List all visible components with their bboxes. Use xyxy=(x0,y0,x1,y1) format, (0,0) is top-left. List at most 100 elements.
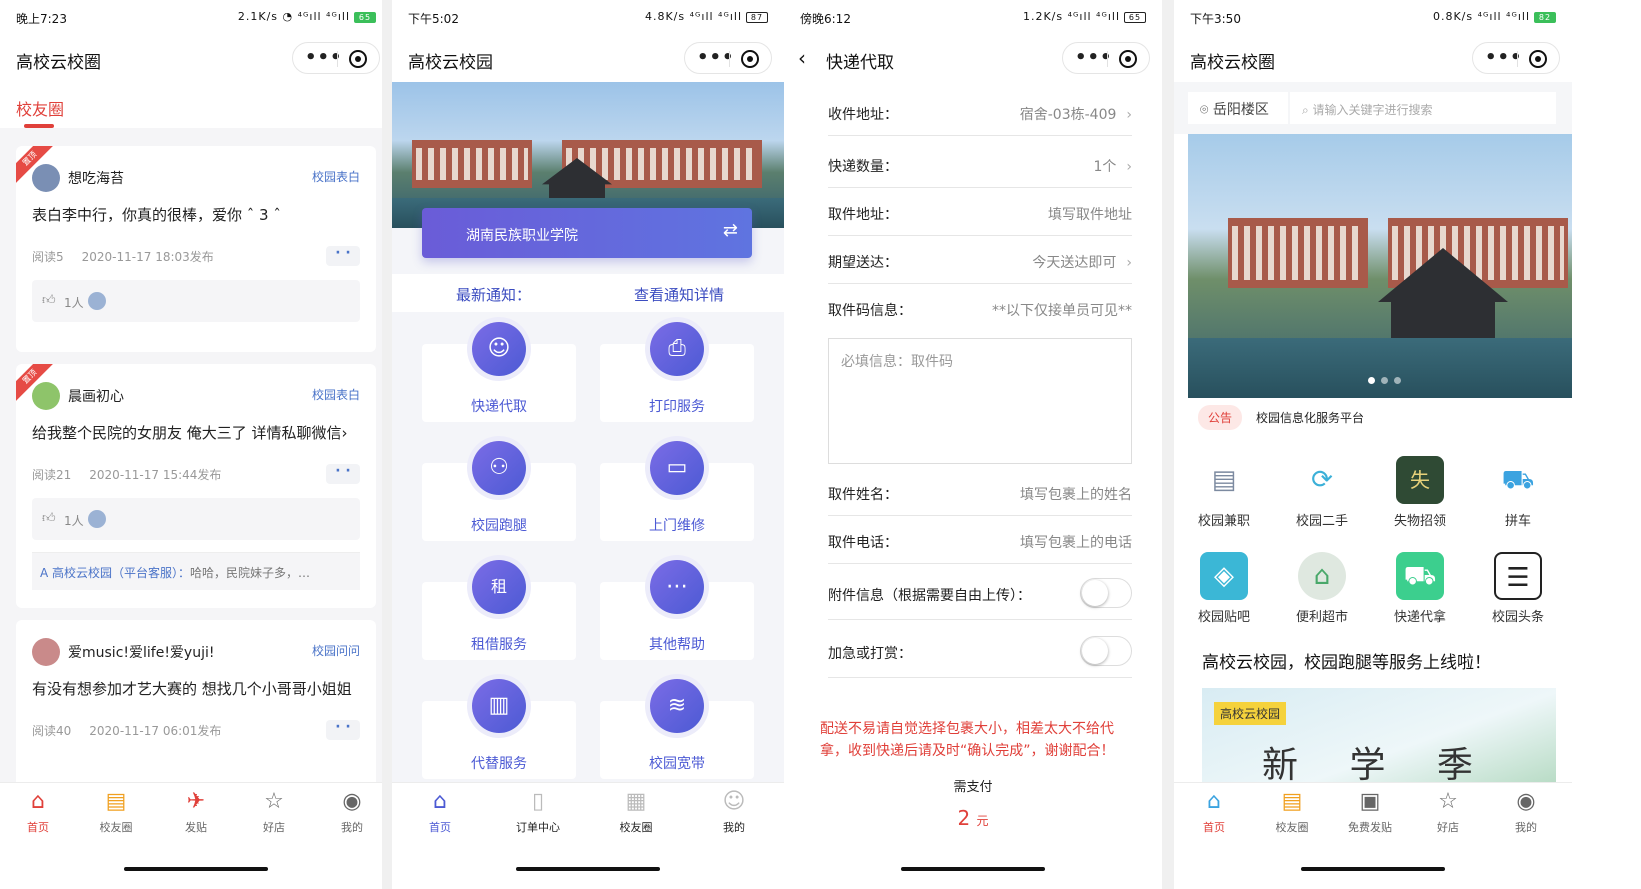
post-author[interactable]: 想吃海苔 xyxy=(68,168,124,188)
announcement-badge: 公告 xyxy=(1198,405,1243,430)
service-other-help[interactable]: ⋯ 其他帮助 xyxy=(600,560,754,660)
feature-express-pickup[interactable]: ⛟ 快递代拿 xyxy=(1380,552,1460,625)
tab-label: 我的 xyxy=(723,821,745,834)
field-value[interactable]: 今天送达即可 › xyxy=(1032,252,1132,272)
post-author[interactable]: 晨画初心 xyxy=(68,386,124,406)
feature-second-hand[interactable]: ⟳ 校园二手 xyxy=(1282,456,1362,529)
service-broadband[interactable]: ≋ 校园宽带 xyxy=(600,679,754,779)
mini-program-capsule[interactable]: ••• xyxy=(1062,42,1150,74)
feature-carpool[interactable]: ⛟ 拼车 xyxy=(1478,456,1558,529)
service-express-pickup[interactable]: ☺ 快递代取 xyxy=(422,322,576,422)
school-selector[interactable]: 湖南民族职业学院 ⇄ xyxy=(422,208,752,258)
search-input[interactable]: ⌕ 请输入关键字进行搜索 xyxy=(1290,92,1556,124)
tab-campus-circle[interactable]: 校友圈 xyxy=(0,82,392,128)
post-category[interactable]: 校园问问 xyxy=(312,642,360,659)
post-more-button[interactable]: · · xyxy=(326,464,360,484)
field-value[interactable]: 宿舍-03栋-409 › xyxy=(1020,104,1132,124)
field-delivery-address[interactable]: 收件地址： 宿舍-03栋-409 › xyxy=(828,88,1132,136)
switch-icon[interactable]: ⇄ xyxy=(723,220,738,241)
tab-campus-circle[interactable]: ▤ 校友圈 xyxy=(1262,787,1322,835)
tab-post[interactable]: ✈ 发贴 xyxy=(166,787,226,835)
tab-shops[interactable]: ☆ 好店 xyxy=(1418,787,1478,835)
tab-home[interactable]: ⌂ 首页 xyxy=(1184,787,1244,835)
feature-headlines[interactable]: ☰ 校园头条 xyxy=(1478,552,1558,625)
recipient-name-input[interactable]: 填写包裹上的姓名 xyxy=(1020,484,1132,504)
carousel-dots[interactable] xyxy=(1368,369,1407,388)
mini-program-capsule[interactable]: ••• xyxy=(1472,42,1560,74)
carousel-dot[interactable] xyxy=(1368,377,1375,384)
courier-icon: ☺ xyxy=(472,322,526,376)
tab-free-post[interactable]: ▣ 免费发贴 xyxy=(1340,787,1400,835)
recipient-phone-input[interactable]: 填写包裹上的电话 xyxy=(1020,532,1132,552)
urgent-tip-toggle[interactable] xyxy=(1080,636,1132,666)
close-target-icon[interactable] xyxy=(741,50,759,68)
field-package-count[interactable]: 快递数量： 1个 › xyxy=(828,140,1132,188)
tab-mine[interactable]: ◉ 我的 xyxy=(322,787,382,835)
thumbs-up-icon[interactable]: 👍︎ xyxy=(42,293,56,308)
avatar[interactable] xyxy=(32,382,60,410)
post-more-button[interactable]: · · xyxy=(326,246,360,266)
headline-text[interactable]: 高校云校园，校园跑腿等服务上线啦！ xyxy=(1202,648,1491,673)
avatar[interactable] xyxy=(32,638,60,666)
tab-campus-circle[interactable]: ▤ 校友圈 xyxy=(86,787,146,835)
close-target-icon[interactable] xyxy=(349,50,367,68)
service-rental[interactable]: 租租借服务 xyxy=(422,560,576,660)
tab-shops[interactable]: ☆ 好店 xyxy=(244,787,304,835)
tab-orders[interactable]: ▯ 订单中心 xyxy=(508,787,568,835)
tab-mine[interactable]: ☺ 我的 xyxy=(704,787,764,835)
notice-detail-link[interactable]: 查看通知详情 xyxy=(634,284,724,305)
post-category[interactable]: 校园表白 xyxy=(312,168,360,185)
tab-mine[interactable]: ◉ 我的 xyxy=(1496,787,1556,835)
mini-program-capsule[interactable]: ••• xyxy=(684,42,772,74)
field-recipient-name[interactable]: 取件姓名： 填写包裹上的姓名 xyxy=(828,468,1132,516)
campus-banner-image[interactable] xyxy=(392,82,784,228)
attachment-toggle[interactable] xyxy=(1080,578,1132,608)
post-card[interactable]: 爱music!爱life!爱yuji! 校园问问 有没有想参加才艺大赛的 想找几… xyxy=(16,620,376,790)
feature-lost-found[interactable]: 失失物招领 xyxy=(1380,456,1460,529)
field-pickup-address[interactable]: 取件地址： 填写取件地址 xyxy=(828,188,1132,236)
close-target-icon[interactable] xyxy=(1529,50,1547,68)
comment-preview[interactable]: A 高校云校园（平台客服）：哈哈，民院妹子多，… xyxy=(32,552,360,590)
promo-banner[interactable]: 高校云校园 新 学 季 xyxy=(1202,688,1556,782)
chevron-right-icon: › xyxy=(1126,159,1132,175)
close-target-icon[interactable] xyxy=(1119,50,1137,68)
service-substitute[interactable]: ▥ 代替服务 xyxy=(422,679,576,779)
carousel-dot[interactable] xyxy=(1394,377,1401,384)
like-bar[interactable]: 👍︎ 1人 xyxy=(32,280,360,322)
tab-home[interactable]: ⌂ 首页 xyxy=(410,787,470,835)
list-icon: ☰ xyxy=(1494,552,1542,600)
campus-carousel[interactable] xyxy=(1188,134,1572,398)
service-repair[interactable]: ▭ 上门维修 xyxy=(600,441,754,541)
service-errand[interactable]: ⚇ 校园跑腿 xyxy=(422,441,576,541)
post-author[interactable]: 爱music!爱life!爱yuji! xyxy=(68,642,215,662)
avatar[interactable] xyxy=(32,164,60,192)
post-body[interactable]: 有没有想参加才艺大赛的 想找几个小哥哥小姐姐 xyxy=(32,678,364,699)
post-category[interactable]: 校园表白 xyxy=(312,386,360,403)
feature-supermarket[interactable]: ⌂ 便利超市 xyxy=(1282,552,1362,625)
post-card[interactable]: 置顶 想吃海苔 校园表白 表白李中行，你真的很棒，爱你 ˆ 3 ˆ 阅读5 202… xyxy=(16,146,376,352)
tab-campus-circle[interactable]: ▦ 校友圈 xyxy=(606,787,666,835)
location-selector[interactable]: ⌾ 岳阳楼区 xyxy=(1188,92,1288,124)
feature-forum[interactable]: ◈ 校园贴吧 xyxy=(1184,552,1264,625)
pickup-address-input[interactable]: 填写取件地址 xyxy=(1048,204,1132,224)
feature-part-time[interactable]: ▤ 校园兼职 xyxy=(1184,456,1264,529)
service-print[interactable]: ⎙ 打印服务 xyxy=(600,322,754,422)
pickup-code-textarea[interactable]: 必填信息：取件码 xyxy=(828,338,1132,464)
field-value[interactable]: 1个 › xyxy=(1093,156,1132,176)
field-recipient-phone[interactable]: 取件电话： 填写包裹上的电话 xyxy=(828,516,1132,564)
like-bar[interactable]: 👍︎ 1人 xyxy=(32,498,360,540)
post-body[interactable]: 给我整个民院的女朋友 俺大三了 详情私聊微信› xyxy=(32,422,364,443)
comment-author[interactable]: A 高校云校园（平台客服）： xyxy=(40,566,190,580)
search-placeholder: 请输入关键字进行搜索 xyxy=(1312,103,1433,117)
mini-program-capsule[interactable]: ••• xyxy=(292,42,380,74)
carousel-dot[interactable] xyxy=(1381,377,1388,384)
thumbs-up-icon[interactable]: 👍︎ xyxy=(42,511,56,526)
post-body[interactable]: 表白李中行，你真的很棒，爱你 ˆ 3 ˆ xyxy=(32,204,364,225)
post-card[interactable]: 置顶 晨画初心 校园表白 给我整个民院的女朋友 俺大三了 详情私聊微信› 阅读2… xyxy=(16,364,376,608)
field-label: 取件码信息： xyxy=(828,303,912,319)
announcement-bar[interactable]: 公告 校园信息化服务平台 xyxy=(1198,405,1364,431)
back-icon[interactable]: ‹ xyxy=(798,46,806,70)
field-expected-delivery[interactable]: 期望送达： 今天送达即可 › xyxy=(828,236,1132,284)
tab-home[interactable]: ⌂ 首页 xyxy=(8,787,68,835)
post-more-button[interactable]: · · xyxy=(326,720,360,740)
